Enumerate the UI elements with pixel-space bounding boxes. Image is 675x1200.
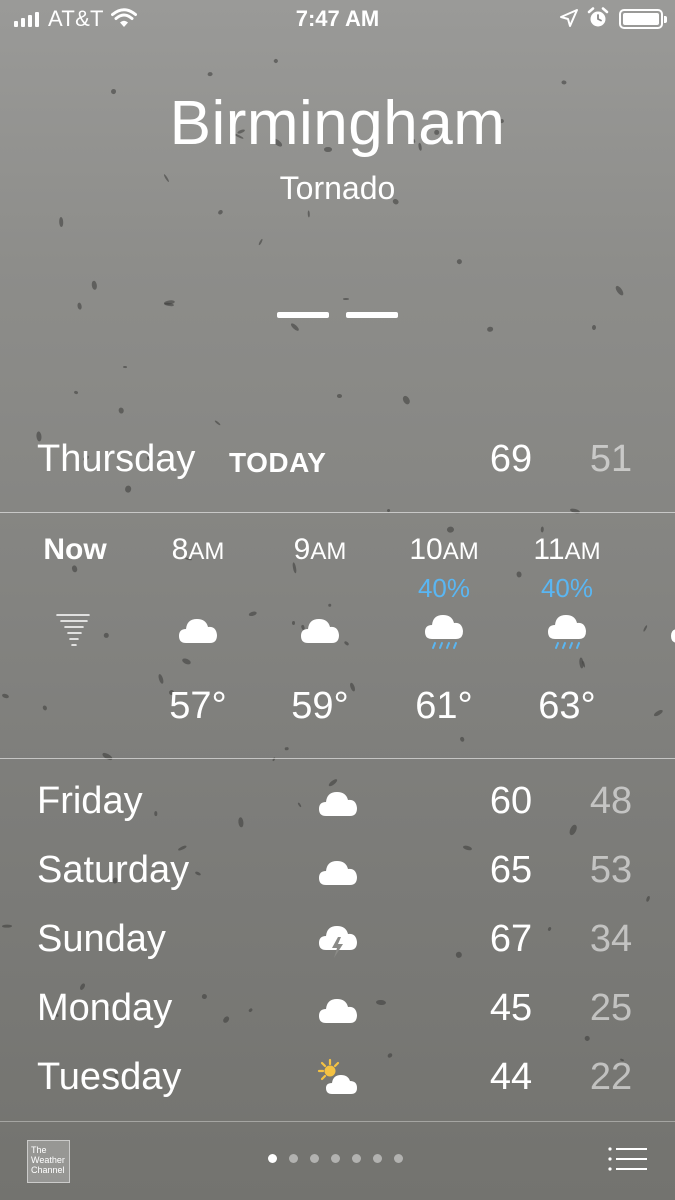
hourly-time: 10AM xyxy=(409,533,479,566)
debris-speck xyxy=(257,238,263,246)
day-name: Friday xyxy=(37,780,143,822)
cloud-icon xyxy=(314,989,362,1031)
debris-speck xyxy=(213,419,221,426)
hourly-temperature: 59° xyxy=(291,685,349,727)
daily-row: Friday 60 48 xyxy=(0,768,675,837)
rain-cloud-icon xyxy=(422,609,466,649)
hourly-time: 11AM xyxy=(533,533,601,566)
divider xyxy=(0,758,675,759)
hourly-item: 9AM 59° xyxy=(260,513,380,758)
hourly-item: 10AM 40% 61° xyxy=(384,513,504,758)
list-icon[interactable] xyxy=(607,1146,647,1172)
hourly-item: 8AM 57° xyxy=(138,513,258,758)
cloud-icon xyxy=(176,609,220,649)
debris-speck xyxy=(456,258,464,266)
cloud-icon xyxy=(314,782,362,824)
debris-speck xyxy=(561,80,567,85)
day-high-temp: 45 xyxy=(489,987,533,1029)
hourly-time: Now xyxy=(43,533,107,566)
debris-speck xyxy=(336,393,342,398)
bottom-bar: The Weather Channel xyxy=(0,1122,675,1200)
page-dot[interactable] xyxy=(373,1154,382,1163)
partly-sunny-icon xyxy=(314,1058,362,1100)
page-dot[interactable] xyxy=(268,1154,277,1163)
today-low: 51 xyxy=(589,438,633,480)
cloud-icon xyxy=(298,609,342,649)
battery-icon xyxy=(619,9,667,29)
debris-speck xyxy=(272,57,279,64)
weather-channel-logo[interactable]: The Weather Channel xyxy=(27,1140,70,1183)
day-name: Saturday xyxy=(37,849,190,891)
temp-dash xyxy=(277,312,329,318)
debris-speck xyxy=(401,394,412,406)
cloud-icon xyxy=(314,851,362,893)
page-dot[interactable] xyxy=(289,1154,298,1163)
day-high-temp: 67 xyxy=(489,918,533,960)
current-condition: Tornado xyxy=(279,170,396,206)
precipitation-chance: 40% xyxy=(540,573,594,603)
daily-row: Saturday 65 53 xyxy=(0,837,675,906)
debris-speck xyxy=(614,284,625,297)
page-dot[interactable] xyxy=(352,1154,361,1163)
hourly-temperature: 63° xyxy=(538,685,596,727)
debris-speck xyxy=(91,280,98,290)
day-high-temp: 65 xyxy=(489,849,533,891)
today-summary-row: Thursday TODAY 69 51 xyxy=(0,438,675,486)
status-bar: AT&T 7:47 AM xyxy=(0,0,675,40)
day-low-temp: 34 xyxy=(589,918,633,960)
temp-dash xyxy=(346,312,398,318)
day-name: Sunday xyxy=(37,918,166,960)
debris-speck xyxy=(124,485,132,493)
hourly-temperature: 61° xyxy=(415,685,473,727)
debris-speck xyxy=(117,406,125,415)
hourly-item: 12 6 xyxy=(630,513,675,758)
page-dot[interactable] xyxy=(310,1154,319,1163)
today-label: TODAY xyxy=(229,447,327,478)
today-high: 69 xyxy=(489,438,533,480)
hourly-time: 12 xyxy=(630,533,675,567)
hourly-temperature: 6 xyxy=(630,685,675,728)
precipitation-chance: 40% xyxy=(417,573,471,603)
day-low-temp: 48 xyxy=(589,780,633,822)
hourly-time: 8AM xyxy=(171,533,225,566)
location-arrow-icon xyxy=(560,9,578,27)
daily-row: Monday 45 25 xyxy=(0,975,675,1044)
alarm-clock-icon xyxy=(587,7,609,27)
debris-speck xyxy=(73,390,79,396)
rain-cloud-icon xyxy=(545,609,589,649)
debris-speck xyxy=(591,324,596,331)
daily-row: Sunday 67 34 xyxy=(0,906,675,975)
city-name: Birmingham xyxy=(169,89,506,158)
day-name: Tuesday xyxy=(37,1056,182,1098)
debris-speck xyxy=(486,326,493,333)
hourly-item: Now xyxy=(15,513,135,758)
cloud-icon xyxy=(668,609,675,649)
page-indicator[interactable] xyxy=(268,1154,403,1163)
hourly-time: 9AM xyxy=(293,533,347,566)
day-high-temp: 60 xyxy=(489,780,533,822)
hourly-forecast-strip[interactable]: Now 8AM 57° 9AM 59° 10AM 40% 61° 11AM 40% 63° 12 6 xyxy=(0,513,675,758)
day-name: Monday xyxy=(37,987,173,1029)
debris-speck xyxy=(289,321,300,332)
tornado-icon xyxy=(53,609,97,649)
today-day-name: Thursday xyxy=(37,438,196,480)
hourly-item: 11AM 40% 63° xyxy=(507,513,627,758)
debris-speck xyxy=(342,298,349,301)
day-low-temp: 53 xyxy=(589,849,633,891)
day-low-temp: 25 xyxy=(589,987,633,1029)
page-dot[interactable] xyxy=(394,1154,403,1163)
debris-speck xyxy=(207,72,213,77)
page-dot[interactable] xyxy=(331,1154,340,1163)
debris-speck xyxy=(307,210,311,218)
debris-speck xyxy=(217,208,224,216)
thunderstorm-icon xyxy=(314,920,362,962)
debris-speck xyxy=(58,216,64,227)
debris-speck xyxy=(76,302,83,310)
day-low-temp: 22 xyxy=(589,1056,633,1098)
day-high-temp: 44 xyxy=(489,1056,533,1098)
daily-row: Tuesday 44 22 xyxy=(0,1044,675,1113)
debris-speck xyxy=(122,366,127,369)
hourly-temperature: 57° xyxy=(169,685,227,727)
